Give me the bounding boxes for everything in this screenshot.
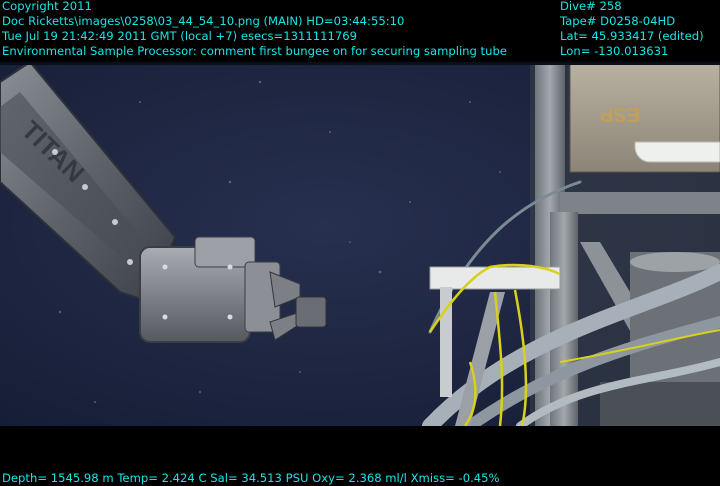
equipment-label-text: ESP <box>600 103 640 125</box>
file-info-text: Doc Ricketts\images\0258\03_44_54_10.png… <box>2 14 405 28</box>
underwater-scene: TITAN ESP <box>0 62 720 426</box>
longitude-text: Lon= -130.013631 <box>560 44 669 58</box>
caption-text: Environmental Sample Processor: comment … <box>2 44 507 58</box>
sensor-readout: Depth= 1545.98 m Temp= 2.424 C Sal= 34.5… <box>2 471 500 485</box>
video-frame: TITAN ESP Copyright 2011 Doc Ricketts\im… <box>0 0 720 486</box>
overlay-top-left: Copyright 2011 Doc Ricketts\images\0258\… <box>2 0 507 59</box>
dive-number-text: Dive# 258 <box>560 0 622 13</box>
tape-number-text: Tape# D0258-04HD <box>560 14 676 28</box>
latitude-text: Lat= 45.933417 (edited) <box>560 29 704 43</box>
datetime-text: Tue Jul 19 21:42:49 2011 GMT (local +7) … <box>2 29 358 43</box>
overlay-top-right: Dive# 258 Tape# D0258-04HD Lat= 45.93341… <box>560 0 704 59</box>
copyright-text: Copyright 2011 <box>2 0 92 13</box>
